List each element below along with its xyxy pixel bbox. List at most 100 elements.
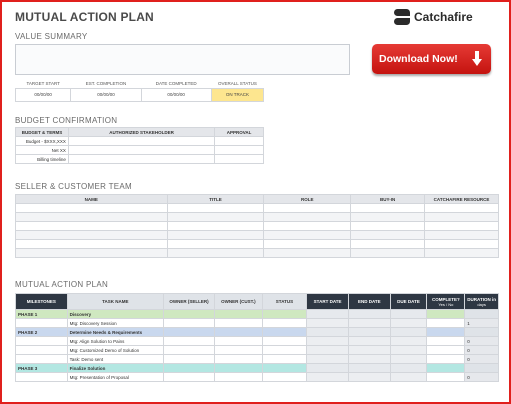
end-date-cell[interactable]: [347, 327, 391, 337]
milestone-cell: PHASE 1: [15, 309, 68, 319]
status-cell[interactable]: [261, 318, 308, 328]
col-milestones: MILESTONES: [15, 293, 68, 310]
complete-cell[interactable]: [426, 309, 466, 319]
complete-cell[interactable]: [426, 354, 466, 364]
task-name-cell: Mtg: Customized Demo of Solution: [66, 345, 165, 355]
start-date-cell[interactable]: [306, 372, 349, 382]
stakeholder-cell[interactable]: [67, 136, 216, 146]
approval-cell[interactable]: [214, 154, 264, 164]
owner-cust-cell[interactable]: [213, 309, 263, 319]
col-est-completion: EST. COMPLETION: [85, 81, 127, 87]
duration-cell[interactable]: 0: [464, 354, 499, 364]
status-cell[interactable]: [261, 345, 308, 355]
budget-table: BUDGET & TERMS AUTHORIZED STAKEHOLDER AP…: [15, 127, 264, 164]
start-date-cell[interactable]: [306, 318, 349, 328]
status-cell[interactable]: [261, 327, 308, 337]
phase-row: PHASE 1 Discovery: [15, 309, 499, 319]
complete-cell[interactable]: [426, 336, 466, 346]
owner-cust-cell[interactable]: [213, 363, 263, 373]
owner-seller-cell[interactable]: [163, 318, 215, 328]
col-approval: APPROVAL: [214, 127, 264, 137]
owner-cust-cell[interactable]: [213, 345, 263, 355]
table-row: Budget - $XXX,XXX: [15, 136, 264, 146]
start-date-cell[interactable]: [306, 327, 349, 337]
end-date-cell[interactable]: [347, 336, 391, 346]
start-date-cell[interactable]: [306, 363, 349, 373]
status-cell[interactable]: [261, 363, 308, 373]
download-now-button[interactable]: Download Now!: [372, 44, 491, 74]
complete-cell[interactable]: [426, 345, 466, 355]
col-task-name: TASK NAME: [66, 293, 165, 310]
owner-seller-cell[interactable]: [163, 363, 215, 373]
due-date-cell[interactable]: [389, 363, 428, 373]
col-authorized-stakeholder: AUTHORIZED STAKEHOLDER: [67, 127, 216, 137]
duration-cell[interactable]: [464, 327, 499, 337]
end-date-cell[interactable]: [347, 372, 391, 382]
complete-cell[interactable]: [426, 327, 466, 337]
owner-cust-cell[interactable]: [213, 336, 263, 346]
duration-cell[interactable]: 0: [464, 372, 499, 382]
status-cell[interactable]: [261, 354, 308, 364]
owner-cust-cell[interactable]: [213, 354, 263, 364]
milestone-cell: PHASE 3: [15, 363, 68, 373]
duration-cell[interactable]: 1: [464, 318, 499, 328]
status-cell[interactable]: [261, 309, 308, 319]
end-date-cell[interactable]: [347, 309, 391, 319]
complete-cell[interactable]: [426, 372, 466, 382]
catchafire-logo: Catchafire: [394, 9, 473, 25]
owner-seller-cell[interactable]: [163, 354, 215, 364]
complete-cell[interactable]: [426, 318, 466, 328]
approval-cell[interactable]: [214, 145, 264, 155]
owner-seller-cell[interactable]: [163, 327, 215, 337]
duration-cell[interactable]: [464, 309, 499, 319]
start-date-cell[interactable]: [306, 336, 349, 346]
due-date-cell[interactable]: [389, 354, 428, 364]
team-title: SELLER & CUSTOMER TEAM: [15, 182, 132, 191]
target-start-cell[interactable]: 00/00/00: [14, 87, 72, 102]
duration-cell[interactable]: 0: [464, 336, 499, 346]
duration-cell[interactable]: [464, 363, 499, 373]
milestone-cell: [15, 336, 68, 346]
owner-seller-cell[interactable]: [163, 309, 215, 319]
end-date-cell[interactable]: [347, 354, 391, 364]
col-owner-cust: OWNER (CUST.): [213, 293, 263, 310]
table-row: [15, 221, 499, 231]
col-budget-terms: BUDGET & TERMS: [15, 127, 69, 137]
end-date-cell[interactable]: [347, 345, 391, 355]
milestone-cell: [15, 318, 68, 328]
col-role: ROLE: [263, 194, 352, 204]
task-row: Mtg: Presentation of Proposal 0: [15, 372, 499, 382]
start-date-cell[interactable]: [306, 309, 349, 319]
approval-cell[interactable]: [214, 136, 264, 146]
owner-seller-cell[interactable]: [163, 345, 215, 355]
duration-cell[interactable]: 0: [464, 345, 499, 355]
due-date-cell[interactable]: [389, 309, 428, 319]
complete-cell[interactable]: [426, 363, 466, 373]
plan-title: MUTUAL ACTION PLAN: [15, 280, 109, 289]
status-cell[interactable]: [261, 372, 308, 382]
status-cell[interactable]: [261, 336, 308, 346]
owner-cust-cell[interactable]: [213, 318, 263, 328]
status-badge[interactable]: ON TRACK: [210, 87, 265, 102]
due-date-cell[interactable]: [389, 372, 428, 382]
due-date-cell[interactable]: [389, 327, 428, 337]
end-date-cell[interactable]: [347, 318, 391, 328]
owner-seller-cell[interactable]: [163, 372, 215, 382]
owner-cust-cell[interactable]: [213, 372, 263, 382]
catchafire-logo-icon: [394, 9, 410, 25]
value-summary-box[interactable]: [15, 44, 350, 75]
due-date-cell[interactable]: [389, 345, 428, 355]
stakeholder-cell[interactable]: [67, 145, 216, 155]
task-row: Mtg: Customized Demo of Solution 0: [15, 345, 499, 355]
due-date-cell[interactable]: [389, 336, 428, 346]
stakeholder-cell[interactable]: [67, 154, 216, 164]
start-date-cell[interactable]: [306, 354, 349, 364]
table-row: Net XX: [15, 145, 264, 155]
owner-seller-cell[interactable]: [163, 336, 215, 346]
date-completed-cell[interactable]: 00/00/00: [140, 87, 212, 102]
due-date-cell[interactable]: [389, 318, 428, 328]
start-date-cell[interactable]: [306, 345, 349, 355]
end-date-cell[interactable]: [347, 363, 391, 373]
owner-cust-cell[interactable]: [213, 327, 263, 337]
est-completion-cell[interactable]: 00/00/00: [70, 87, 142, 102]
